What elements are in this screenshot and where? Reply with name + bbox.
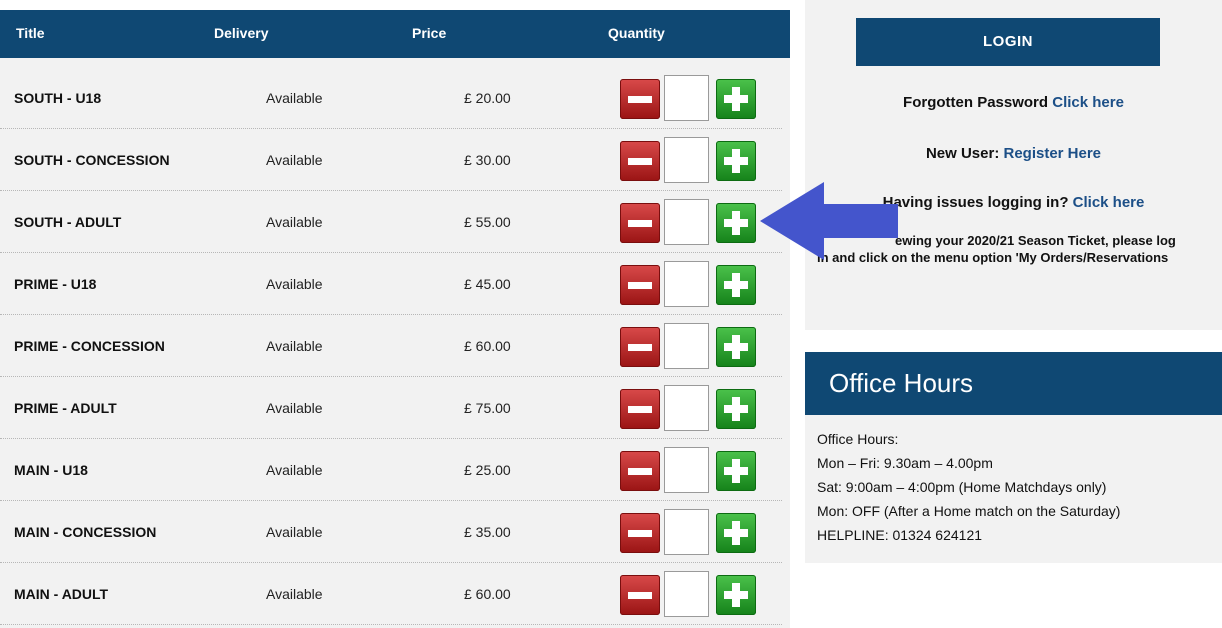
table-row: PRIME - ADULT Available £ 75.00 xyxy=(0,378,782,439)
quantity-stepper xyxy=(620,75,760,123)
ticket-title: SOUTH - U18 xyxy=(14,90,102,106)
ticket-title: SOUTH - ADULT xyxy=(14,214,122,230)
login-issues-label: Having issues logging in? xyxy=(882,194,1069,211)
delivery-status: Available xyxy=(266,586,323,602)
column-header-delivery: Delivery xyxy=(214,25,269,41)
plus-icon[interactable] xyxy=(716,79,756,119)
delivery-status: Available xyxy=(266,462,323,478)
ticket-title: MAIN - U18 xyxy=(14,462,88,478)
plus-icon[interactable] xyxy=(716,389,756,429)
minus-icon[interactable] xyxy=(620,575,660,615)
login-button[interactable]: LOGIN xyxy=(856,18,1160,66)
register-here-link[interactable]: Register Here xyxy=(1003,145,1101,162)
plus-icon[interactable] xyxy=(716,141,756,181)
minus-icon[interactable] xyxy=(620,451,660,491)
column-header-title: Title xyxy=(16,25,45,41)
quantity-stepper xyxy=(620,447,760,495)
left-arrow-icon xyxy=(760,182,898,260)
ticket-title: PRIME - ADULT xyxy=(14,400,117,416)
table-row: SOUTH - ADULT Available £ 55.00 xyxy=(0,192,782,253)
delivery-status: Available xyxy=(266,400,323,416)
quantity-input[interactable] xyxy=(664,199,709,245)
quantity-input[interactable] xyxy=(664,385,709,431)
table-row: MAIN - ADULT Available £ 60.00 xyxy=(0,564,782,625)
delivery-status: Available xyxy=(266,524,323,540)
quantity-stepper xyxy=(620,323,760,371)
ticket-price: £ 75.00 xyxy=(464,400,511,416)
ticket-title: MAIN - ADULT xyxy=(14,586,109,602)
ticket-title: PRIME - CONCESSION xyxy=(14,338,165,354)
delivery-status: Available xyxy=(266,90,323,106)
quantity-stepper xyxy=(620,199,760,247)
ticket-price: £ 60.00 xyxy=(464,338,511,354)
delivery-status: Available xyxy=(266,338,323,354)
plus-icon[interactable] xyxy=(716,203,756,243)
plus-icon[interactable] xyxy=(716,451,756,491)
minus-icon[interactable] xyxy=(620,141,660,181)
quantity-input[interactable] xyxy=(664,571,709,617)
office-hours-line: Sat: 9:00am – 4:00pm (Home Matchdays onl… xyxy=(817,479,1107,495)
quantity-stepper xyxy=(620,261,760,309)
quantity-stepper xyxy=(620,509,760,557)
office-hours-header: Office Hours xyxy=(805,352,1222,415)
new-user-label: New User: xyxy=(925,145,1000,162)
table-row: MAIN - CONCESSION Available £ 35.00 xyxy=(0,502,782,563)
minus-icon[interactable] xyxy=(620,265,660,305)
quantity-stepper xyxy=(620,385,760,433)
plus-icon[interactable] xyxy=(716,513,756,553)
forgotten-password-line: Forgotten Password Click here xyxy=(805,94,1222,111)
quantity-input[interactable] xyxy=(664,509,709,555)
plus-icon[interactable] xyxy=(716,575,756,615)
quantity-stepper xyxy=(620,137,760,185)
forgotten-password-link[interactable]: Click here xyxy=(1052,94,1124,111)
table-row: SOUTH - CONCESSION Available £ 30.00 xyxy=(0,130,782,191)
ticket-price: £ 35.00 xyxy=(464,524,511,540)
ticket-price: £ 30.00 xyxy=(464,152,511,168)
table-row: SOUTH - U18 Available £ 20.00 xyxy=(0,68,782,129)
office-hours-line: Mon – Fri: 9.30am – 4.00pm xyxy=(817,455,993,471)
minus-icon[interactable] xyxy=(620,513,660,553)
login-issues-link[interactable]: Click here xyxy=(1073,194,1145,211)
quantity-input[interactable] xyxy=(664,137,709,183)
forgotten-password-label: Forgotten Password xyxy=(903,94,1049,111)
ticket-price: £ 25.00 xyxy=(464,462,511,478)
minus-icon[interactable] xyxy=(620,389,660,429)
login-panel: LOGIN Forgotten Password Click here New … xyxy=(805,0,1222,330)
minus-icon[interactable] xyxy=(620,79,660,119)
office-hours-title: Office Hours xyxy=(829,368,974,398)
ticket-price: £ 20.00 xyxy=(464,90,511,106)
table-row: PRIME - CONCESSION Available £ 60.00 xyxy=(0,316,782,377)
table-row: PRIME - U18 Available £ 45.00 xyxy=(0,254,782,315)
quantity-input[interactable] xyxy=(664,75,709,121)
office-hours-line: Mon: OFF (After a Home match on the Satu… xyxy=(817,503,1121,519)
office-hours-line: Office Hours: xyxy=(817,431,899,447)
plus-icon[interactable] xyxy=(716,265,756,305)
minus-icon[interactable] xyxy=(620,203,660,243)
new-user-line: New User: Register Here xyxy=(805,145,1222,162)
plus-icon[interactable] xyxy=(716,327,756,367)
ticket-price: £ 45.00 xyxy=(464,276,511,292)
delivery-status: Available xyxy=(266,214,323,230)
ticket-price: £ 55.00 xyxy=(464,214,511,230)
quantity-input[interactable] xyxy=(664,323,709,369)
table-header: Title Delivery Price Quantity xyxy=(0,10,790,58)
quantity-input[interactable] xyxy=(664,447,709,493)
table-row: MAIN - U18 Available £ 25.00 xyxy=(0,440,782,501)
helpline-text: HELPLINE: 01324 624121 xyxy=(817,527,983,543)
column-header-quantity: Quantity xyxy=(608,25,665,41)
minus-icon[interactable] xyxy=(620,327,660,367)
ticket-title: MAIN - CONCESSION xyxy=(14,524,157,540)
quantity-input[interactable] xyxy=(664,261,709,307)
delivery-status: Available xyxy=(266,152,323,168)
ticket-price: £ 60.00 xyxy=(464,586,511,602)
ticket-table: Title Delivery Price Quantity SOUTH - U1… xyxy=(0,10,790,628)
delivery-status: Available xyxy=(266,276,323,292)
quantity-stepper xyxy=(620,571,760,619)
office-hours-body: Office Hours: Mon – Fri: 9.30am – 4.00pm… xyxy=(805,415,1222,563)
column-header-price: Price xyxy=(412,25,447,41)
ticket-title: SOUTH - CONCESSION xyxy=(14,152,170,168)
ticket-title: PRIME - U18 xyxy=(14,276,97,292)
